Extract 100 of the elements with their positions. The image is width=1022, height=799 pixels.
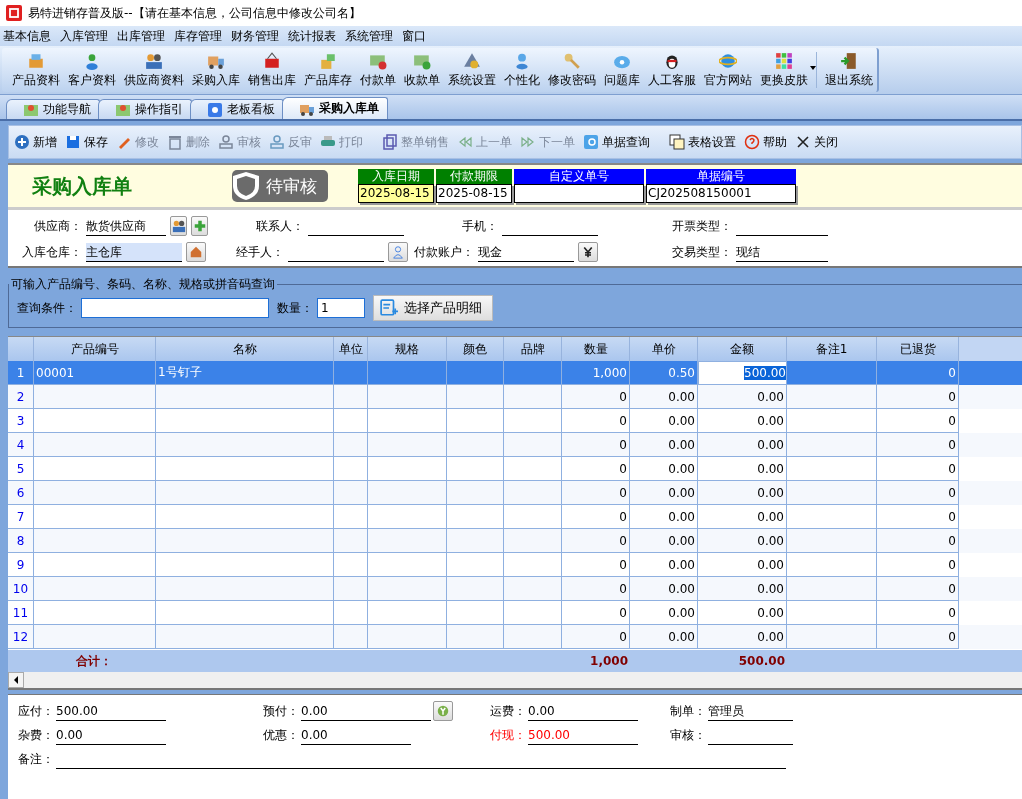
field-label: 优惠：	[263, 727, 299, 744]
field-label: 付款期限	[436, 169, 512, 184]
column-header[interactable]: 数量	[562, 337, 630, 361]
form-field[interactable]: 现金	[478, 242, 574, 262]
tab[interactable]: 功能导航	[6, 99, 100, 119]
prepay-button[interactable]	[433, 701, 453, 721]
form-field[interactable]: 管理员	[708, 701, 793, 721]
column-header[interactable]: 单位	[334, 337, 368, 361]
form-field[interactable]: 0.00	[56, 726, 166, 745]
add-icon	[14, 134, 30, 150]
field-label: 运费：	[490, 702, 526, 720]
toolbar-button[interactable]: 产品资料	[8, 48, 64, 92]
toolbar-button[interactable]: 付款单	[356, 48, 400, 92]
tab[interactable]: 操作指引	[98, 99, 192, 119]
add-button[interactable]	[191, 216, 208, 236]
person-icon	[513, 51, 531, 70]
toolbar-button[interactable]: 供应商资料	[120, 48, 188, 92]
form-field[interactable]: 0.00	[528, 701, 638, 721]
pick-account-button[interactable]	[578, 242, 598, 262]
people-icon	[145, 51, 163, 70]
action-button[interactable]: 保存	[62, 133, 111, 151]
form-field[interactable]: 现结	[736, 242, 828, 262]
table-row[interactable]: 10 0 0.00 0.00 0	[8, 577, 1022, 601]
corner-cell[interactable]	[8, 337, 34, 361]
menu-item[interactable]: 基本信息	[0, 27, 57, 45]
form-field[interactable]: 500.00	[56, 701, 166, 721]
toolbar-button[interactable]: 收款单	[400, 48, 444, 92]
stamp-icon	[218, 134, 234, 150]
person-icon	[391, 245, 405, 259]
left-arrow-icon	[13, 676, 19, 684]
shield-icon	[232, 171, 260, 201]
form-field[interactable]: 主仓库	[86, 242, 182, 262]
field-label: 联系人：	[256, 217, 304, 235]
quantity-field[interactable]: 1	[317, 298, 365, 318]
toolbar-button[interactable]: 销售出库	[244, 48, 300, 92]
toolbar-button[interactable]: 官方网站	[700, 48, 756, 92]
column-header[interactable]: 品牌	[504, 337, 562, 361]
action-button[interactable]: 表格设置	[666, 133, 739, 151]
forward-icon	[520, 134, 536, 150]
toolbar-button[interactable]: 采购入库	[188, 48, 244, 92]
field-label: 数量：	[277, 299, 313, 317]
form-field[interactable]: 0.00	[301, 726, 411, 745]
table-row[interactable]: 1 00001 1号钉子 1,000 0.50 500.00 0	[8, 361, 1022, 385]
scroll-left-button[interactable]	[8, 672, 24, 688]
cell-editor[interactable]: 500.00	[698, 361, 787, 385]
toolbar-button[interactable]: 人工客服	[644, 48, 700, 92]
column-header[interactable]: 规格	[368, 337, 447, 361]
column-header[interactable]: 产品编号	[34, 337, 156, 361]
pick-warehouse-button[interactable]	[186, 242, 206, 262]
save-icon	[65, 134, 81, 150]
table-row[interactable]: 6 0 0.00 0.00 0	[8, 481, 1022, 505]
column-header[interactable]: 颜色	[447, 337, 504, 361]
toolbar-button[interactable]: 问题库	[600, 48, 644, 92]
form-field[interactable]: 0.00	[301, 701, 431, 721]
menu-item[interactable]: 财务管理	[228, 27, 285, 45]
action-button[interactable]: 关闭	[792, 133, 841, 151]
money-icon	[437, 705, 449, 717]
tab[interactable]: 采购入库单	[282, 97, 388, 119]
toolbar-button[interactable]: 系统设置	[444, 48, 500, 92]
menu-item[interactable]: 统计报表	[285, 27, 342, 45]
table-row[interactable]: 12 0 0.00 0.00 0	[8, 625, 1022, 649]
header-field[interactable]: 2025-08-15	[358, 184, 434, 203]
toolbar-button[interactable]: 客户资料	[64, 48, 120, 92]
action-button[interactable]: 新增	[11, 133, 60, 151]
header-field[interactable]: CJ202508150001	[646, 184, 796, 203]
form-field[interactable]: 散货供应商	[86, 216, 166, 236]
field-label: 备注：	[18, 751, 54, 768]
column-header[interactable]: 备注1	[787, 337, 877, 361]
toolbar-button[interactable]: 退出系统	[821, 48, 877, 92]
table-icon	[669, 134, 685, 150]
form-field[interactable]: 500.00	[528, 726, 638, 745]
column-header[interactable]: 单价	[630, 337, 698, 361]
field-label: 预付：	[263, 702, 299, 720]
action-button[interactable]: 帮助	[741, 133, 790, 151]
toolbar-button[interactable]: 产品库存	[300, 48, 356, 92]
table-row[interactable]: 4 0 0.00 0.00 0	[8, 433, 1022, 457]
palette-grid-icon	[775, 51, 793, 70]
select-products-button[interactable]: 选择产品明细	[373, 295, 493, 321]
header-field[interactable]: 2025-08-15	[436, 184, 512, 203]
search-field[interactable]	[81, 298, 269, 318]
action-button[interactable]: 单据查询	[580, 133, 653, 151]
tab[interactable]: 老板看板	[190, 99, 284, 119]
pick-supplier-button[interactable]	[170, 216, 187, 236]
menu-item[interactable]: 系统管理	[342, 27, 399, 45]
menu-item[interactable]: 出库管理	[114, 27, 171, 45]
field-label: 开票类型：	[672, 217, 732, 235]
header-field[interactable]	[514, 184, 644, 203]
table-row[interactable]: 8 0 0.00 0.00 0	[8, 529, 1022, 553]
help-icon	[744, 134, 760, 150]
field-label: 入库仓库：	[22, 243, 82, 261]
column-header[interactable]: 金额	[698, 337, 787, 361]
toolbar-button[interactable]: 修改密码	[544, 48, 600, 92]
menu-item[interactable]: 窗口	[399, 27, 432, 45]
menu-item[interactable]: 库存管理	[171, 27, 228, 45]
pick-person-button[interactable]	[388, 242, 408, 262]
column-header[interactable]: 已退货	[877, 337, 959, 361]
table-row[interactable]: 2 0 0.00 0.00 0	[8, 385, 1022, 409]
menu-item[interactable]: 入库管理	[57, 27, 114, 45]
column-header[interactable]: 名称	[156, 337, 334, 361]
toolbar-button[interactable]: 个性化	[500, 48, 544, 92]
